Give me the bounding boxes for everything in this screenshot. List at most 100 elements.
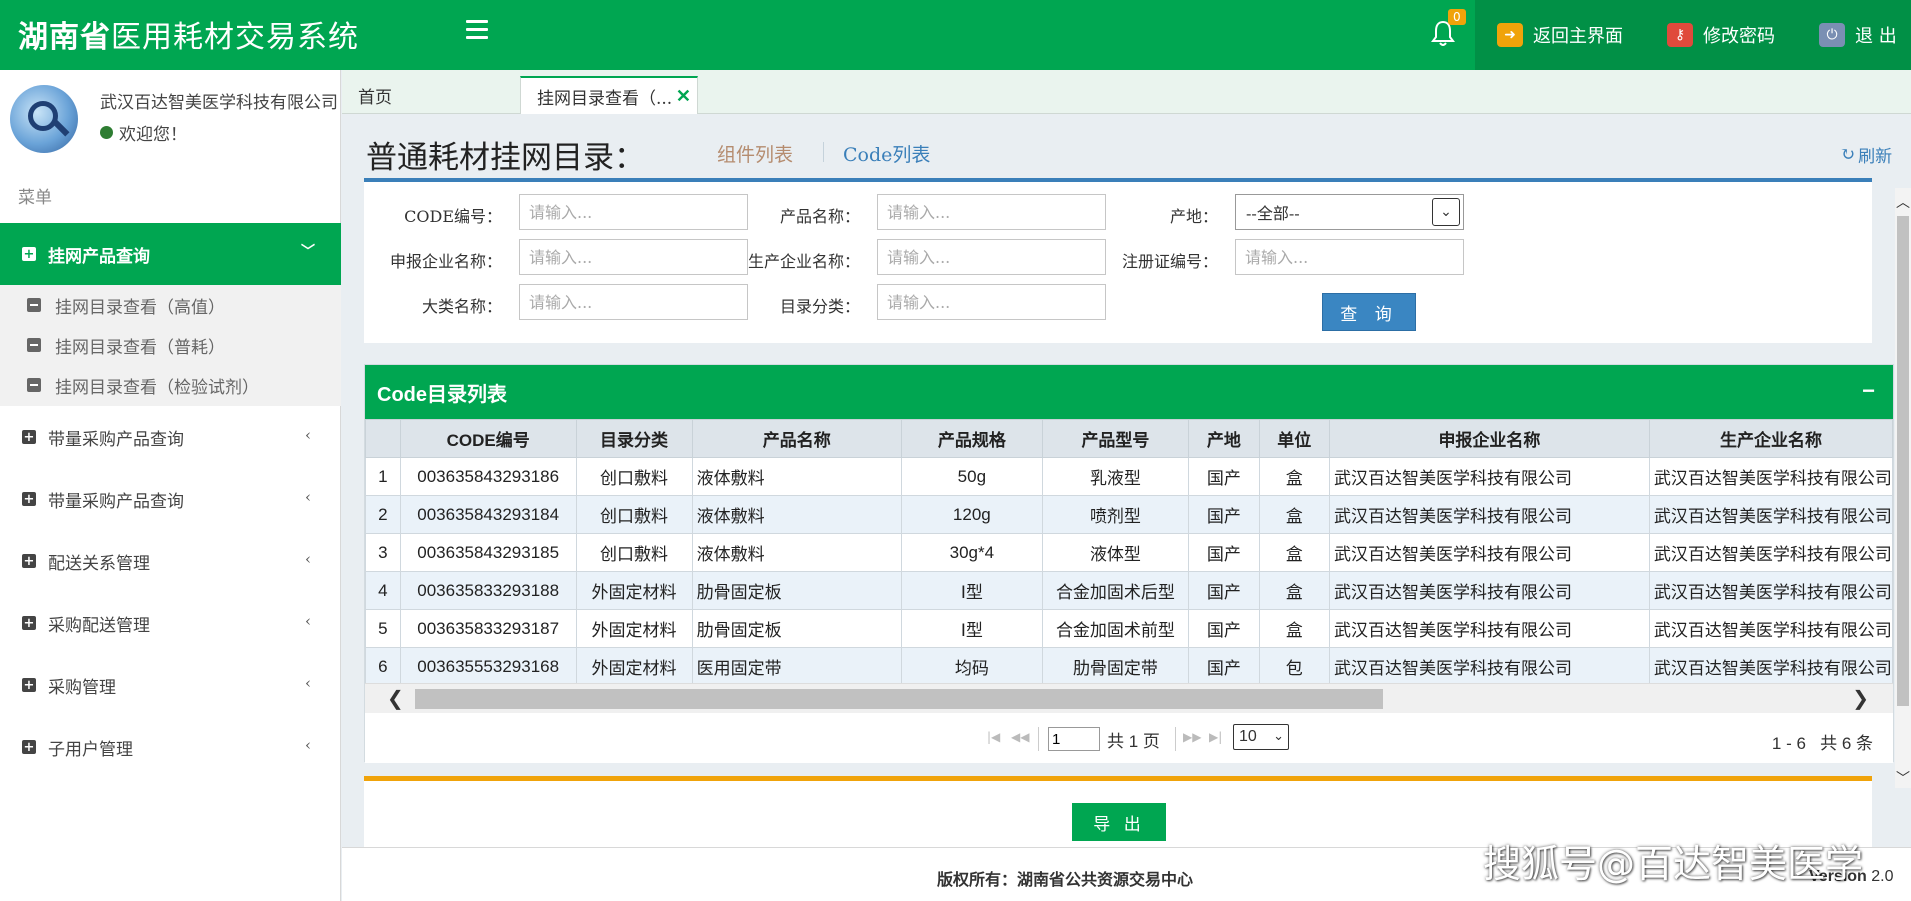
panel-title: Code目录列表 bbox=[377, 383, 507, 406]
table-cell: 喷剂型 bbox=[1041, 495, 1190, 534]
pager-divider bbox=[1175, 727, 1176, 751]
change-password-button[interactable]: ⚷ 修改密码 bbox=[1645, 0, 1797, 70]
column-header[interactable]: 单位 bbox=[1258, 419, 1330, 458]
table-cell: 国产 bbox=[1188, 609, 1260, 648]
user-name: 武汉百达智美医学科技有限公司 bbox=[100, 93, 338, 113]
sidebar-item-volume-purchase-1[interactable]: + 带量采购产品查询 ‹ bbox=[0, 406, 341, 468]
app-title-system: 医用耗材交易系统 bbox=[111, 20, 359, 55]
horizontal-scrollbar[interactable]: ❮ ❯ bbox=[365, 683, 1893, 713]
table-cell: 2 bbox=[365, 495, 401, 534]
submenu: 挂网目录查看（高值） 挂网目录查看（普耗） 挂网目录查看（检验试剂） bbox=[0, 285, 341, 406]
table-cell: 1 bbox=[365, 457, 401, 496]
prev-page-icon[interactable]: ◀◀ bbox=[1011, 730, 1029, 744]
panel-header: Code目录列表 − bbox=[365, 365, 1893, 419]
plus-icon: + bbox=[22, 739, 36, 755]
column-header[interactable]: 产品型号 bbox=[1041, 419, 1190, 458]
submenu-item-general[interactable]: 挂网目录查看（普耗） bbox=[0, 325, 341, 365]
sidebar-item-purchase-management[interactable]: + 采购管理 ‹ bbox=[0, 654, 341, 716]
app-title-province: 湖南省 bbox=[18, 20, 111, 55]
manufacturer-input[interactable] bbox=[877, 239, 1106, 275]
table-cell: 外固定材料 bbox=[575, 609, 693, 648]
scroll-thumb[interactable] bbox=[415, 689, 1383, 709]
page-number-input[interactable] bbox=[1048, 727, 1100, 751]
vertical-scroll-thumb[interactable] bbox=[1897, 216, 1909, 706]
column-header[interactable]: 申报企业名称 bbox=[1328, 419, 1650, 458]
tab-catalog-label: 挂网目录查看（... bbox=[537, 88, 673, 109]
scroll-left-icon[interactable]: ❮ bbox=[387, 686, 404, 710]
sidebar-item-listed-product-query[interactable]: + 挂网产品查询 ﹀ bbox=[0, 223, 341, 285]
column-header[interactable]: CODE编号 bbox=[399, 419, 577, 458]
table-cell: 5 bbox=[365, 609, 401, 648]
sidebar-item-delivery-relation[interactable]: + 配送关系管理 ‹ bbox=[0, 530, 341, 592]
avatar bbox=[10, 85, 78, 153]
return-main-label: 返回主界面 bbox=[1533, 26, 1623, 47]
scroll-down-icon[interactable]: ﹀ bbox=[1896, 768, 1910, 788]
scroll-right-icon[interactable]: ❯ bbox=[1852, 686, 1869, 710]
origin-select-value: --全部-- bbox=[1246, 204, 1300, 223]
submenu-item-label: 挂网目录查看（高值） bbox=[55, 297, 225, 318]
column-header[interactable]: 生产企业名称 bbox=[1648, 419, 1893, 458]
declare-company-input[interactable] bbox=[519, 239, 748, 275]
tab-home[interactable]: 首页 bbox=[342, 76, 520, 114]
tab-catalog-view[interactable]: 挂网目录查看（... ✕ bbox=[520, 76, 698, 114]
export-button[interactable]: 导 出 bbox=[1072, 803, 1166, 841]
menu-label: 菜单 bbox=[18, 188, 52, 208]
tab-code-list[interactable]: Code列表 bbox=[843, 140, 930, 167]
column-header[interactable]: 目录分类 bbox=[575, 419, 693, 458]
scroll-up-icon[interactable]: ︿ bbox=[1896, 192, 1910, 212]
table-container: CODE编号 目录分类 产品名称 产品规格 产品型号 产地 单位 申报企业名称 … bbox=[365, 419, 1893, 683]
app-title: 湖南省医用耗材交易系统 bbox=[18, 12, 359, 56]
table-row[interactable]: 2 003635843293184 创口敷料 液体敷料 120g 喷剂型 国产盒武汉百达智美… bbox=[365, 495, 1893, 534]
table-row[interactable]: 4 003635833293188 外固定材料 肋骨固定板 Ⅰ型 合金加固术后型 国产盒武汉… bbox=[365, 571, 1893, 610]
close-icon[interactable]: ✕ bbox=[676, 86, 691, 107]
declare-company-label: 申报企业名称： bbox=[389, 252, 502, 271]
table-cell: 武汉百达智美医学科技有限公司 bbox=[1648, 571, 1893, 610]
logout-button[interactable]: ⏻ 退 出 bbox=[1797, 0, 1911, 70]
query-button[interactable]: 查 询 bbox=[1322, 293, 1416, 331]
column-header[interactable]: 产地 bbox=[1188, 419, 1260, 458]
first-page-icon[interactable]: |◀ bbox=[987, 730, 1000, 744]
last-page-icon[interactable]: ▶| bbox=[1209, 730, 1222, 744]
page-size-select[interactable]: 10 ⌄ bbox=[1233, 724, 1289, 750]
power-icon: ⏻ bbox=[1819, 23, 1845, 47]
table-row[interactable]: 3 003635843293185 创口敷料 液体敷料 30g*4 液体型 国产盒武汉百达智… bbox=[365, 533, 1893, 572]
column-header[interactable]: 产品名称 bbox=[691, 419, 903, 458]
sidebar-item-sub-users[interactable]: + 子用户管理 ‹ bbox=[0, 716, 341, 778]
catalog-input[interactable] bbox=[877, 284, 1106, 320]
origin-select[interactable]: --全部-- ⌄ bbox=[1235, 194, 1464, 230]
code-input[interactable] bbox=[519, 194, 748, 230]
column-header[interactable]: 产品规格 bbox=[901, 419, 1043, 458]
table-cell: 国产 bbox=[1188, 571, 1260, 610]
sidebar-item-label: 采购配送管理 bbox=[48, 615, 150, 636]
minus-icon bbox=[27, 378, 41, 392]
category-input[interactable] bbox=[519, 284, 748, 320]
column-header bbox=[365, 419, 401, 458]
table-row[interactable]: 1 003635843293186 创口敷料 液体敷料 50g 乳液型 国产盒武汉百达智美医… bbox=[365, 457, 1893, 496]
table-row[interactable]: 6 003635553293168 外固定材料 医用固定带 均码 肋骨固定带 国产包武汉百达… bbox=[365, 647, 1893, 683]
table-cell: 武汉百达智美医学科技有限公司 bbox=[1328, 457, 1650, 496]
table-row[interactable]: 5 003635833293187 外固定材料 肋骨固定板 Ⅰ型 合金加固术前型 国产盒武汉… bbox=[365, 609, 1893, 648]
submenu-item-reagent[interactable]: 挂网目录查看（检验试剂） bbox=[0, 365, 341, 405]
refresh-button[interactable]: ↻ 刷新 bbox=[1840, 142, 1892, 167]
vertical-scrollbar[interactable]: ︿ ﹀ bbox=[1895, 188, 1911, 788]
table-cell: 武汉百达智美医学科技有限公司 bbox=[1328, 533, 1650, 572]
table-cell: 武汉百达智美医学科技有限公司 bbox=[1648, 457, 1893, 496]
return-main-button[interactable]: ➜ 返回主界面 bbox=[1475, 0, 1645, 70]
menu-toggle-icon[interactable] bbox=[466, 20, 488, 42]
sidebar-item-purchase-delivery[interactable]: + 采购配送管理 ‹ bbox=[0, 592, 341, 654]
table-cell: 外固定材料 bbox=[575, 571, 693, 610]
next-page-icon[interactable]: ▶▶ bbox=[1183, 730, 1201, 744]
collapse-icon[interactable]: − bbox=[1862, 378, 1875, 404]
table-cell: 合金加固术前型 bbox=[1041, 609, 1190, 648]
chevron-left-icon: ‹ bbox=[305, 612, 311, 630]
table-cell: 武汉百达智美医学科技有限公司 bbox=[1328, 647, 1650, 683]
product-name-input[interactable] bbox=[877, 194, 1106, 230]
table-cell: 6 bbox=[365, 647, 401, 683]
tab-component-list[interactable]: 组件列表 bbox=[717, 140, 793, 167]
register-no-input[interactable] bbox=[1235, 239, 1464, 275]
main-content: 普通耗材挂网目录： 组件列表 Code列表 ↻刷新 CODE编号： 产品名称： … bbox=[342, 114, 1911, 847]
table-cell: 3 bbox=[365, 533, 401, 572]
submenu-item-high-value[interactable]: 挂网目录查看（高值） bbox=[0, 285, 341, 325]
origin-label: 产地： bbox=[1169, 207, 1218, 226]
sidebar-item-volume-purchase-2[interactable]: + 带量采购产品查询 ‹ bbox=[0, 468, 341, 530]
